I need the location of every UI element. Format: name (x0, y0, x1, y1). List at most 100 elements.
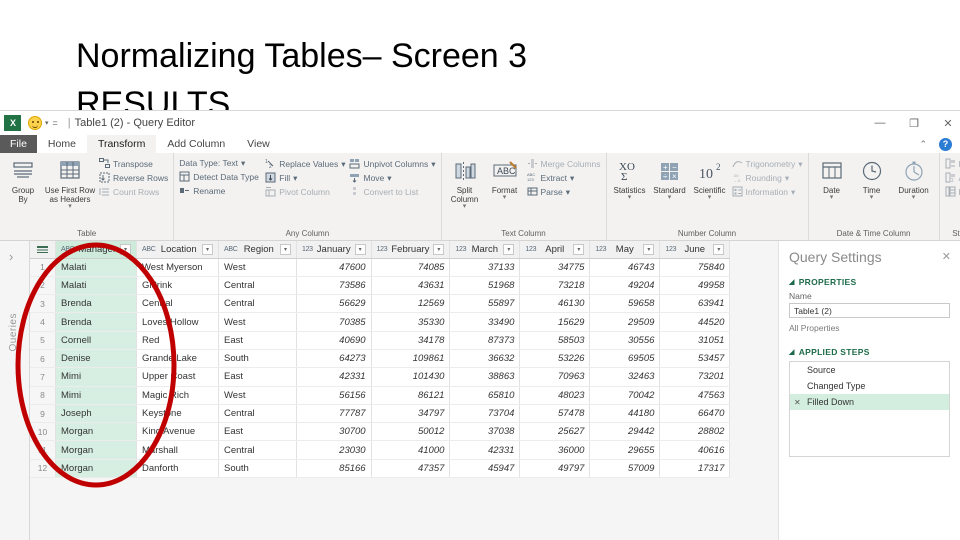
cell-may[interactable]: 29509 (589, 312, 661, 332)
tab-transform[interactable]: Transform (86, 135, 157, 153)
cell-april[interactable]: 25627 (519, 422, 591, 442)
cell-manager[interactable]: Morgan (55, 459, 137, 479)
cell-location[interactable]: Red (136, 331, 219, 350)
filter-dropdown-icon[interactable]: ▾ (120, 243, 131, 255)
cell-march[interactable]: 73704 (449, 404, 521, 424)
cell-region[interactable]: Central (218, 294, 297, 314)
data-grid-area[interactable]: ABC Manager ▾ ABC Location ▾ ABC Region … (30, 241, 778, 540)
table-row[interactable]: 8 Mimi Magic Rich West 56156 86121 65810… (30, 386, 731, 405)
table-row[interactable]: 5 Cornell Red East 40690 34178 87373 585… (30, 331, 731, 350)
cell-march[interactable]: 45947 (449, 459, 521, 479)
cell-february[interactable]: 109861 (371, 349, 451, 369)
applied-step-filled-down[interactable]: ✕ Filled Down (790, 394, 949, 410)
chevron-down-icon[interactable]: ▾ (68, 203, 72, 210)
split-column-button[interactable]: Split Column ▾ (445, 156, 485, 210)
cell-may[interactable]: 29442 (589, 422, 661, 442)
unpivot-columns-button[interactable]: Unpivot Columns ▾ (349, 158, 436, 169)
chevron-down-icon[interactable]: ▾ (830, 194, 834, 201)
cell-region[interactable]: East (218, 422, 297, 442)
filter-dropdown-icon[interactable]: ▾ (503, 243, 515, 255)
group-by-button[interactable]: Group By (3, 156, 43, 204)
properties-section-header[interactable]: ◢ PROPERTIES (789, 277, 950, 287)
cell-april[interactable]: 34775 (519, 258, 591, 277)
cell-february[interactable]: 35330 (371, 312, 451, 332)
cell-region[interactable]: South (218, 459, 297, 479)
cell-may[interactable]: 29655 (589, 440, 661, 460)
chevron-down-icon[interactable]: ▾ (241, 158, 245, 168)
date-button[interactable]: Date ▾ (812, 156, 852, 201)
table-row[interactable]: 7 Mimi Upper Coast East 42331 101430 388… (30, 367, 731, 387)
cell-region[interactable]: West (218, 258, 297, 277)
cell-april[interactable]: 70963 (519, 367, 591, 387)
cell-manager[interactable]: Mimi (55, 386, 137, 405)
chevron-down-icon[interactable]: ▾ (431, 159, 435, 169)
cell-january[interactable]: 56629 (296, 294, 372, 314)
queries-pane-collapsed[interactable]: › Queries (0, 241, 30, 540)
chevron-down-icon[interactable]: ▾ (628, 194, 632, 201)
filter-dropdown-icon[interactable]: ▾ (643, 243, 655, 255)
cell-june[interactable]: 53457 (659, 349, 731, 369)
cell-may[interactable]: 32463 (589, 367, 661, 387)
cell-june[interactable]: 66470 (659, 404, 731, 424)
chevron-down-icon[interactable]: ▾ (341, 159, 345, 169)
data-type-button[interactable]: Data Type: Text ▾ (179, 158, 261, 168)
cell-april[interactable]: 49797 (519, 459, 591, 479)
column-header-march[interactable]: 123 March ▾ (449, 241, 521, 259)
cell-january[interactable]: 42331 (296, 367, 372, 387)
filter-dropdown-icon[interactable]: ▾ (354, 243, 366, 255)
quick-access-toolbar-more[interactable]: = (53, 118, 58, 128)
cell-may[interactable]: 30556 (589, 331, 661, 350)
smiley-icon[interactable] (28, 116, 42, 130)
column-header-may[interactable]: 123 May ▾ (589, 241, 661, 259)
merge-columns-button[interactable]: Merge Columns (527, 158, 601, 169)
cell-june[interactable]: 63941 (659, 294, 731, 314)
chevron-down-icon[interactable]: ▾ (45, 119, 49, 127)
table-row[interactable]: 3 Brenda Central Central 56629 12569 558… (30, 294, 731, 314)
rename-button[interactable]: Rename (179, 185, 261, 196)
reverse-rows-button[interactable]: Reverse Rows (99, 172, 168, 183)
extract-button[interactable]: ABC 123 Extract ▾ (527, 172, 601, 183)
cell-location[interactable]: Upper Coast (136, 367, 219, 387)
table-row[interactable]: 9 Joseph Keystone Central 77787 34797 73… (30, 404, 731, 424)
cell-february[interactable]: 74085 (371, 258, 451, 277)
pivot-column-button[interactable]: Pivot Column (265, 186, 345, 197)
chevron-down-icon[interactable]: ▾ (870, 194, 874, 201)
tab-add-column[interactable]: Add Column (156, 135, 236, 153)
table-row[interactable]: 10 Morgan King Avenue East 30700 50012 3… (30, 422, 731, 442)
cell-may[interactable]: 46743 (589, 258, 661, 277)
cell-june[interactable]: 75840 (659, 258, 731, 277)
help-icon[interactable]: ? (939, 137, 952, 151)
query-name-input[interactable] (789, 303, 950, 318)
use-first-row-as-headers-button[interactable]: Use First Row as Headers ▾ (43, 156, 97, 210)
chevron-down-icon[interactable]: ▾ (293, 173, 297, 183)
cell-manager[interactable]: Denise (55, 349, 137, 369)
cell-january[interactable]: 64273 (296, 349, 372, 369)
cell-region[interactable]: East (218, 367, 297, 387)
column-header-location[interactable]: ABC Location ▾ (136, 241, 219, 259)
cell-march[interactable]: 36632 (449, 349, 521, 369)
cell-january[interactable]: 70385 (296, 312, 372, 332)
cell-february[interactable]: 12569 (371, 294, 451, 314)
column-header-april[interactable]: 123 April ▾ (519, 241, 591, 259)
cell-june[interactable]: 17317 (659, 459, 731, 479)
cell-march[interactable]: 87373 (449, 331, 521, 350)
cell-region[interactable]: Central (218, 276, 297, 296)
minimize-button[interactable]: — (874, 117, 886, 129)
cell-june[interactable]: 44520 (659, 312, 731, 332)
table-row[interactable]: 11 Morgan Marshall Central 23030 41000 4… (30, 440, 731, 460)
collapse-triangle-icon[interactable]: ◢ (789, 278, 795, 286)
cell-january[interactable]: 77787 (296, 404, 372, 424)
select-all-corner[interactable] (30, 241, 56, 259)
scientific-button[interactable]: 10 2 Scientific ▾ (690, 156, 730, 201)
cell-march[interactable]: 37038 (449, 422, 521, 442)
table-row[interactable]: 2 Malati Gidrink Central 73586 43631 519… (30, 276, 731, 296)
cell-march[interactable]: 65810 (449, 386, 521, 405)
cell-location[interactable]: Magic Rich (136, 386, 219, 405)
cell-april[interactable]: 58503 (519, 331, 591, 350)
information-button[interactable]: Information ▾ (732, 186, 803, 197)
cell-march[interactable]: 42331 (449, 440, 521, 460)
cell-june[interactable]: 40616 (659, 440, 731, 460)
cell-april[interactable]: 48023 (519, 386, 591, 405)
extract-values-button[interactable]: Extract Values (945, 186, 960, 197)
table-row[interactable]: 12 Morgan Danforth South 85166 47357 459… (30, 459, 731, 479)
